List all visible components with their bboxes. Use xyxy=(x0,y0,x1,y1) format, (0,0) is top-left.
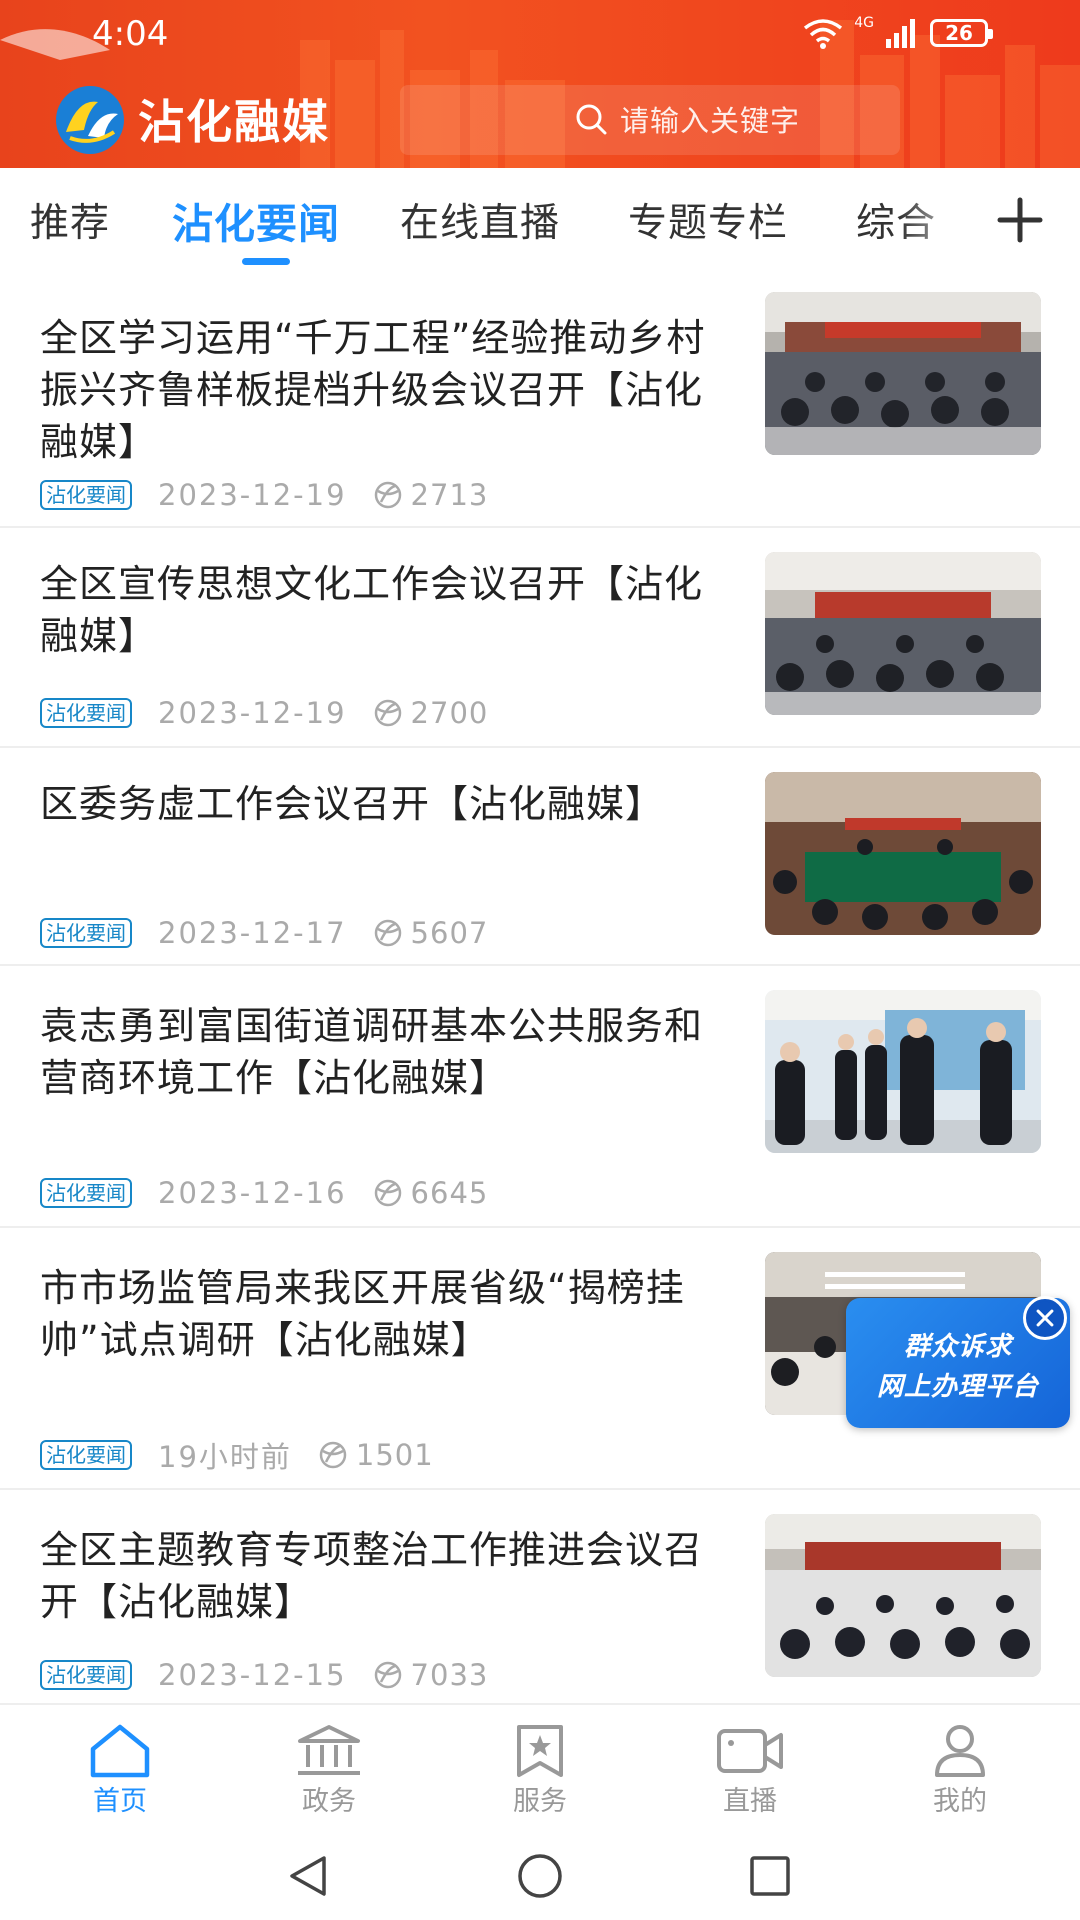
back-icon[interactable] xyxy=(284,1852,332,1900)
views-icon xyxy=(374,919,401,947)
views-icon xyxy=(374,699,401,727)
news-title: 区委务虚工作会议召开【沾化融媒】 xyxy=(40,782,665,826)
news-title: 市市场监管局来我区开展省级“揭榜挂帅”试点调研【沾化融媒】 xyxy=(40,1266,685,1362)
news-meta: 沾化要闻 2023-12-15 7033 xyxy=(40,1658,488,1692)
news-views: 2713 xyxy=(410,478,489,512)
news-title: 全区学习运用“千万工程”经验推动乡村振兴齐鲁样板提档升级会议召开【沾化融媒】 xyxy=(40,316,706,464)
tab-zhanhua-news[interactable]: 沾化要闻 xyxy=(172,190,340,250)
active-tab-indicator xyxy=(242,258,290,265)
news-meta: 沾化要闻 2023-12-16 6645 xyxy=(40,1176,488,1210)
search-bar[interactable]: 请输入关键字 xyxy=(572,94,872,144)
news-title: 全区宣传思想文化工作会议召开【沾化融媒】 xyxy=(40,562,704,658)
news-views: 1501 xyxy=(355,1438,434,1472)
nav-home[interactable]: 首页 xyxy=(55,1711,185,1821)
news-meta: 沾化要闻 2023-12-17 5607 xyxy=(40,916,488,950)
nav-government[interactable]: 政务 xyxy=(264,1711,394,1821)
home-icon xyxy=(90,1724,150,1778)
banner-line-2: 网上办理平台 xyxy=(876,1372,1039,1402)
news-item[interactable]: 全区主题教育专项整治工作推进会议召开【沾化融媒】 沾化要闻 2023-12-15… xyxy=(0,1490,1080,1703)
news-thumbnail xyxy=(765,990,1041,1153)
close-icon[interactable] xyxy=(1023,1296,1067,1340)
news-title: 全区主题教育专项整治工作推进会议召开【沾化融媒】 xyxy=(40,1528,704,1624)
search-icon xyxy=(576,104,607,135)
news-date: 2023-12-19 xyxy=(158,696,347,730)
news-thumbnail xyxy=(765,1514,1041,1677)
news-category-tag: 沾化要闻 xyxy=(40,918,132,948)
news-date: 2023-12-16 xyxy=(158,1176,347,1210)
search-placeholder: 请输入关键字 xyxy=(620,104,801,138)
plus-icon[interactable] xyxy=(992,192,1048,248)
home-circle-icon[interactable] xyxy=(516,1852,564,1900)
nav-profile-label: 我的 xyxy=(933,1786,987,1817)
recent-apps-icon[interactable] xyxy=(746,1852,794,1900)
nav-live-label: 直播 xyxy=(723,1786,777,1817)
status-time: 4:04 xyxy=(92,14,169,54)
news-thumbnail xyxy=(765,772,1041,935)
views-icon xyxy=(374,1179,401,1207)
news-item[interactable]: 全区宣传思想文化工作会议召开【沾化融媒】 沾化要闻 2023-12-19 270… xyxy=(0,528,1080,748)
wifi-icon xyxy=(804,19,843,49)
tab-special-topics[interactable]: 专题专栏 xyxy=(628,192,788,248)
tab-recommend[interactable]: 推荐 xyxy=(30,192,110,248)
news-thumbnail xyxy=(765,552,1041,715)
status-bar: 4:04 4G 26 xyxy=(0,0,1080,70)
app-logo-icon xyxy=(56,86,124,154)
news-views: 6645 xyxy=(410,1176,489,1210)
news-views: 5607 xyxy=(410,916,489,950)
news-date: 19小时前 xyxy=(158,1440,292,1474)
nav-service-label: 服务 xyxy=(513,1786,567,1817)
status-icons: 4G 26 xyxy=(802,15,993,50)
views-icon xyxy=(374,1661,401,1689)
system-navigation-bar xyxy=(0,1830,1080,1920)
news-category-tag: 沾化要闻 xyxy=(40,480,132,510)
news-date: 2023-12-15 xyxy=(158,1658,347,1692)
nav-profile[interactable]: 我的 xyxy=(895,1711,1025,1821)
news-views: 2700 xyxy=(410,696,489,730)
tab-fade-overlay xyxy=(900,168,980,268)
nav-government-label: 政务 xyxy=(302,1786,356,1817)
app-title: 沾化融媒 xyxy=(138,95,330,149)
network-type-label: 4G xyxy=(854,15,874,31)
bottom-navigation: 首页 政务 服务 直播 我的 xyxy=(0,1703,1080,1830)
category-tabs: 推荐 沾化要闻 在线直播 专题专栏 综合 xyxy=(0,168,1080,278)
news-date: 2023-12-19 xyxy=(158,478,347,512)
nav-home-label: 首页 xyxy=(93,1786,147,1817)
views-icon xyxy=(374,481,401,509)
views-icon xyxy=(319,1441,347,1469)
news-category-tag: 沾化要闻 xyxy=(40,1178,132,1208)
news-item[interactable]: 袁志勇到富国街道调研基本公共服务和营商环境工作【沾化融媒】 沾化要闻 2023-… xyxy=(0,966,1080,1228)
news-thumbnail xyxy=(765,292,1041,455)
news-date: 2023-12-17 xyxy=(158,916,347,950)
news-category-tag: 沾化要闻 xyxy=(40,1660,132,1690)
news-item[interactable]: 区委务虚工作会议召开【沾化融媒】 沾化要闻 2023-12-17 5607 xyxy=(0,748,1080,966)
news-views: 7033 xyxy=(410,1658,489,1692)
news-category-tag: 沾化要闻 xyxy=(40,698,132,728)
signal-strength-icon xyxy=(886,19,915,48)
service-star-icon xyxy=(517,1725,563,1777)
video-camera-icon xyxy=(717,1729,783,1773)
battery-icon: 26 xyxy=(930,19,993,47)
nav-service[interactable]: 服务 xyxy=(475,1711,605,1821)
news-title: 袁志勇到富国街道调研基本公共服务和营商环境工作【沾化融媒】 xyxy=(40,1004,704,1100)
news-meta: 沾化要闻 19小时前 1501 xyxy=(40,1438,434,1474)
news-meta: 沾化要闻 2023-12-19 2713 xyxy=(40,478,488,512)
news-category-tag: 沾化要闻 xyxy=(40,1440,132,1470)
nav-live[interactable]: 直播 xyxy=(685,1711,815,1821)
battery-level: 26 xyxy=(945,21,973,45)
news-meta: 沾化要闻 2023-12-19 2700 xyxy=(40,696,488,730)
government-icon xyxy=(298,1725,360,1775)
app-header: 4:04 4G 26 沾化融媒 请输入关键字 xyxy=(0,0,1080,168)
tab-live-stream[interactable]: 在线直播 xyxy=(400,192,560,248)
news-item[interactable]: 全区学习运用“千万工程”经验推动乡村振兴齐鲁样板提档升级会议召开【沾化融媒】 沾… xyxy=(0,278,1080,528)
user-icon xyxy=(935,1725,985,1777)
